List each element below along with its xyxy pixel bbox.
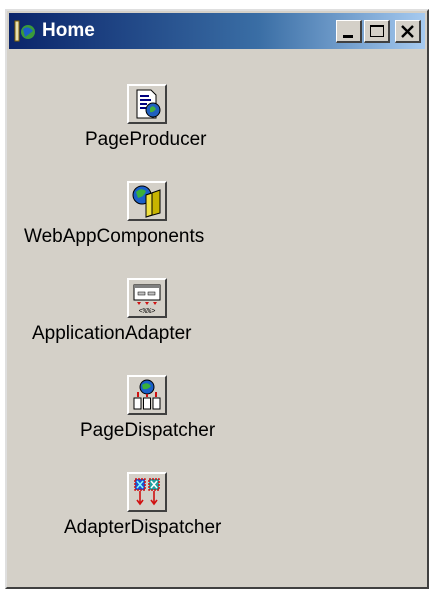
component-label: PageProducer	[85, 129, 207, 150]
maximize-icon	[370, 25, 384, 37]
component-label: AdapterDispatcher	[64, 517, 222, 538]
maximize-button[interactable]	[364, 20, 390, 43]
close-button[interactable]	[395, 20, 421, 43]
web-app-components-icon[interactable]	[127, 181, 167, 221]
component-label: ApplicationAdapter	[32, 323, 192, 344]
page-dispatcher-icon[interactable]	[127, 375, 167, 415]
minimize-icon	[343, 35, 353, 38]
title-bar[interactable]: Home	[9, 13, 425, 49]
minimize-button[interactable]	[336, 20, 362, 43]
page-producer-icon[interactable]	[127, 84, 167, 124]
component-label: WebAppComponents	[24, 226, 205, 247]
adapter-dispatcher-icon[interactable]	[127, 472, 167, 512]
window-title: Home	[42, 20, 95, 41]
component-label: PageDispatcher	[80, 420, 216, 441]
svg-text:<%%>: <%%>	[139, 308, 156, 316]
app-icon	[14, 20, 35, 42]
application-adapter-icon[interactable]: <%%>	[127, 278, 167, 318]
close-icon	[401, 25, 414, 38]
component-panel: PageProducer WebAppComponents <%%> Appli…	[9, 51, 425, 585]
home-window: Home PageProducer WebAppComponents <%%> …	[5, 9, 429, 589]
